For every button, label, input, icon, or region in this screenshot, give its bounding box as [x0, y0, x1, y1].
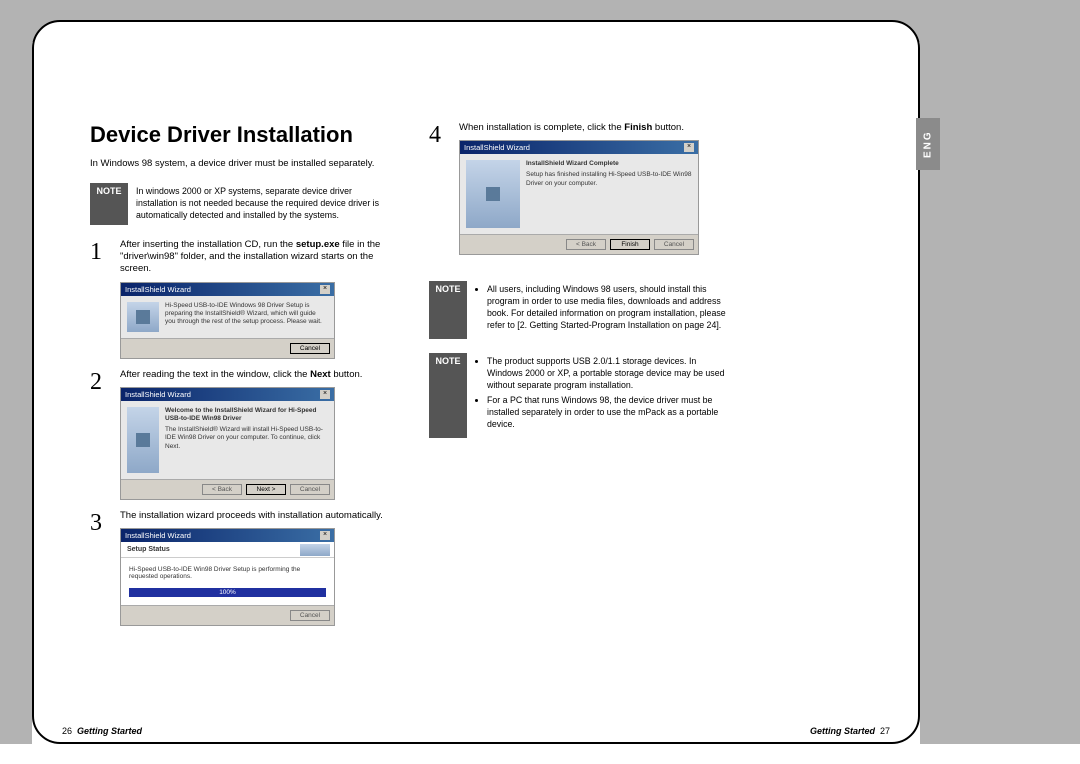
note-text: In windows 2000 or XP systems, separate …: [128, 183, 399, 225]
page-frame: Device Driver Installation In Windows 98…: [32, 20, 920, 744]
text-bold: Finish: [624, 122, 652, 133]
text-segment: When installation is complete, click the: [459, 122, 624, 133]
note-label: NOTE: [90, 183, 128, 225]
cancel-button: Cancel: [290, 484, 330, 495]
cancel-button: Cancel: [654, 239, 694, 250]
language-tab: ENG: [916, 118, 940, 170]
footer-left: 26 Getting Started: [62, 726, 142, 736]
note-text: All users, including Windows 98 users, s…: [467, 281, 738, 339]
note-label: NOTE: [429, 281, 467, 339]
wizard-titlebar: InstallShield Wizard ×: [121, 529, 334, 542]
page-margin-right: [920, 42, 1080, 744]
back-button: < Back: [202, 484, 242, 495]
step-text: After inserting the installation CD, run…: [120, 239, 399, 276]
wizard-title-text: InstallShield Wizard: [125, 531, 191, 540]
wizard-body-text: The InstallShield® Wizard will install H…: [165, 426, 328, 450]
cancel-button: Cancel: [290, 343, 330, 354]
text-segment: After inserting the installation CD, run…: [120, 239, 296, 250]
section-name: Getting Started: [77, 726, 142, 736]
intro-text: In Windows 98 system, a device driver mu…: [90, 158, 399, 169]
page-margin-left: [0, 42, 32, 744]
text-segment: button.: [331, 369, 363, 380]
wizard-screenshot-1: InstallShield Wizard × Hi-Speed USB-to-I…: [120, 282, 335, 359]
wizard-titlebar: InstallShield Wizard ×: [121, 388, 334, 401]
wizard-sidebar: [127, 302, 159, 332]
wizard-status-head: Setup Status: [121, 542, 334, 558]
text-segment: button.: [652, 122, 684, 133]
note-item: For a PC that runs Windows 98, the devic…: [487, 395, 730, 431]
wizard-body-text: Setup has finished installing Hi-Speed U…: [526, 171, 692, 187]
step-text: When installation is complete, click the…: [459, 122, 738, 134]
step-2: 2 After reading the text in the window, …: [90, 369, 399, 500]
page-number: 27: [880, 726, 890, 736]
footer-right: Getting Started 27: [810, 726, 890, 736]
text-bold: setup.exe: [296, 239, 340, 250]
wizard-screenshot-2: InstallShield Wizard × Welcome to the In…: [120, 387, 335, 500]
step-number: 2: [90, 369, 108, 500]
step-4: 4 When installation is complete, click t…: [429, 122, 738, 255]
note-item: All users, including Windows 98 users, s…: [487, 284, 730, 332]
page-number: 26: [62, 726, 72, 736]
note-item: The product supports USB 2.0/1.1 storage…: [487, 356, 730, 392]
text-segment: After reading the text in the window, cl…: [120, 369, 310, 380]
section-name: Getting Started: [810, 726, 875, 736]
wizard-screenshot-3: InstallShield Wizard × Setup Status Hi-S…: [120, 528, 335, 626]
progress-bar: 100%: [129, 588, 326, 597]
wizard-title-text: InstallShield Wizard: [464, 143, 530, 152]
cancel-button: Cancel: [290, 610, 330, 621]
step-3: 3 The installation wizard proceeds with …: [90, 510, 399, 626]
wizard-screenshot-4: InstallShield Wizard × InstallShield Wiz…: [459, 140, 699, 255]
right-column: 4 When installation is complete, click t…: [429, 64, 738, 700]
step-text: The installation wizard proceeds with in…: [120, 510, 399, 522]
computer-icon: [136, 433, 150, 447]
close-icon: ×: [320, 531, 330, 540]
note-label: NOTE: [429, 353, 467, 438]
step-text: After reading the text in the window, cl…: [120, 369, 399, 381]
wizard-sidebar: [466, 160, 520, 228]
close-icon: ×: [320, 285, 330, 294]
wizard-heading: Welcome to the InstallShield Wizard for …: [165, 407, 328, 423]
step-number: 1: [90, 239, 108, 359]
page-title: Device Driver Installation: [90, 122, 399, 148]
back-button: < Back: [566, 239, 606, 250]
wizard-sidebar: [127, 407, 159, 473]
text-bold: Next: [310, 369, 331, 380]
wizard-status-text: Hi-Speed USB-to-IDE Win98 Driver Setup i…: [129, 566, 326, 580]
close-icon: ×: [684, 143, 694, 152]
wizard-title-text: InstallShield Wizard: [125, 390, 191, 399]
step-1: 1 After inserting the installation CD, r…: [90, 239, 399, 359]
computer-icon: [136, 310, 150, 324]
wizard-heading: InstallShield Wizard Complete: [526, 160, 692, 168]
note-text: The product supports USB 2.0/1.1 storage…: [467, 353, 738, 438]
left-column: Device Driver Installation In Windows 98…: [90, 64, 399, 700]
wizard-body-text: Hi-Speed USB-to-IDE Windows 98 Driver Se…: [165, 302, 328, 332]
note-box-3: NOTE The product supports USB 2.0/1.1 st…: [429, 353, 738, 438]
note-box-top: NOTE In windows 2000 or XP systems, sepa…: [90, 183, 399, 225]
step-number: 4: [429, 122, 447, 255]
step-number: 3: [90, 510, 108, 626]
computer-icon: [486, 187, 500, 201]
close-icon: ×: [320, 390, 330, 399]
wizard-titlebar: InstallShield Wizard ×: [460, 141, 698, 154]
wizard-title-text: InstallShield Wizard: [125, 285, 191, 294]
finish-button: Finish: [610, 239, 650, 250]
next-button: Next >: [246, 484, 286, 495]
wizard-titlebar: InstallShield Wizard ×: [121, 283, 334, 296]
note-box-2: NOTE All users, including Windows 98 use…: [429, 281, 738, 339]
content-area: Device Driver Installation In Windows 98…: [90, 64, 738, 700]
